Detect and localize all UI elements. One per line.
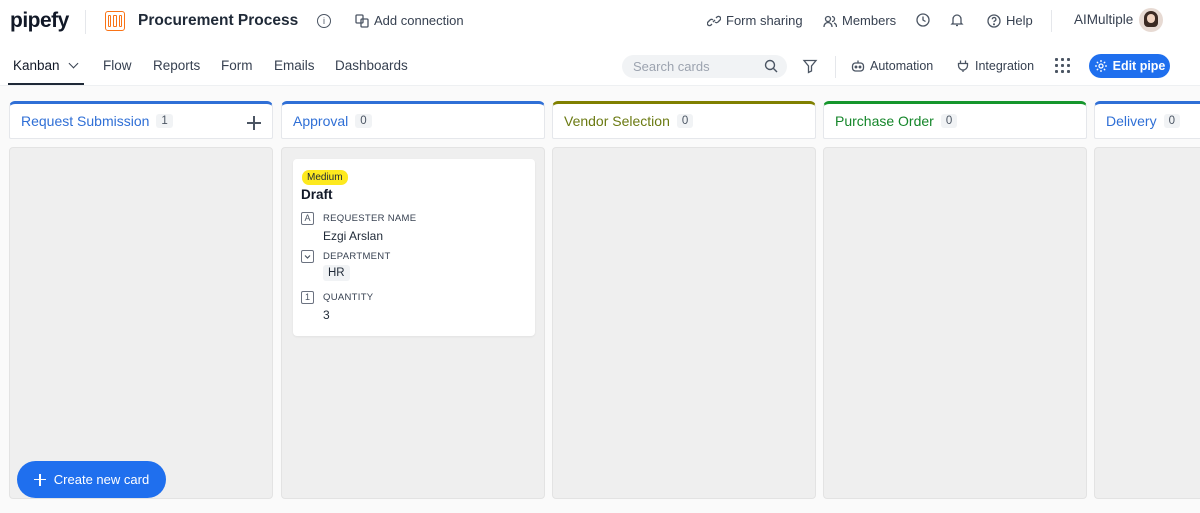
tab-reports[interactable]: Reports bbox=[153, 58, 200, 73]
tab-dashboards[interactable]: Dashboards bbox=[335, 58, 408, 73]
phase-title: Approval bbox=[293, 113, 349, 129]
pipe-icon bbox=[105, 11, 125, 31]
help-label: Help bbox=[1006, 13, 1033, 28]
help-icon bbox=[987, 13, 1001, 28]
phase-body bbox=[823, 147, 1087, 499]
form-sharing-label: Form sharing bbox=[726, 13, 803, 28]
kanban-card[interactable]: Medium Draft A REQUESTER NAME Ezgi Arsla… bbox=[293, 159, 535, 336]
pipe-navbar: Kanban Flow Reports Form Emails Dashboar… bbox=[0, 46, 1200, 86]
top-header: pipefy Procurement Process i Add connect… bbox=[0, 0, 1200, 44]
active-tab-indicator bbox=[8, 83, 84, 85]
field-value: 3 bbox=[323, 308, 330, 322]
phase-column: Delivery 0 bbox=[1094, 101, 1200, 499]
pipe-title[interactable]: Procurement Process bbox=[138, 12, 298, 30]
phase-title: Request Submission bbox=[21, 113, 150, 129]
edit-pipe-button[interactable]: Edit pipe bbox=[1089, 54, 1170, 78]
phase-header[interactable]: Purchase Order 0 bbox=[823, 101, 1087, 139]
field-value: Ezgi Arslan bbox=[323, 229, 384, 243]
tab-emails[interactable]: Emails bbox=[274, 58, 315, 73]
phase-title: Purchase Order bbox=[835, 113, 934, 129]
field-label: QUANTITY bbox=[323, 292, 374, 303]
kanban-board: Request Submission 1 Approval 0 Medium D… bbox=[0, 86, 1200, 513]
text-field-icon: A bbox=[301, 212, 314, 225]
clock-icon bbox=[916, 13, 930, 27]
create-new-card-button[interactable]: Create new card bbox=[17, 461, 166, 498]
phase-header[interactable]: Request Submission 1 bbox=[9, 101, 273, 139]
search-box bbox=[622, 55, 787, 78]
phase-title: Vendor Selection bbox=[564, 113, 670, 129]
plug-icon bbox=[956, 59, 970, 73]
phase-header[interactable]: Vendor Selection 0 bbox=[552, 101, 816, 139]
phase-body bbox=[9, 147, 273, 499]
automation-label: Automation bbox=[870, 59, 934, 73]
divider bbox=[85, 10, 86, 34]
history-button[interactable] bbox=[916, 13, 930, 27]
search-icon[interactable] bbox=[764, 59, 778, 73]
phase-title: Delivery bbox=[1106, 113, 1157, 129]
automation-button[interactable]: Automation bbox=[851, 59, 933, 73]
add-connection-button[interactable]: Add connection bbox=[355, 13, 464, 28]
divider bbox=[835, 56, 836, 78]
select-field-icon bbox=[301, 250, 314, 263]
tab-kanban-label: Kanban bbox=[13, 58, 60, 73]
phase-column: Approval 0 Medium Draft A REQUESTER NAME… bbox=[281, 101, 545, 499]
robot-icon bbox=[851, 59, 865, 73]
number-field-icon: 1 bbox=[301, 291, 314, 304]
card-title: Draft bbox=[301, 187, 333, 202]
search-input[interactable] bbox=[622, 55, 752, 78]
pipefy-logo[interactable]: pipefy bbox=[10, 9, 69, 33]
members-button[interactable]: Members bbox=[823, 13, 896, 28]
tab-flow[interactable]: Flow bbox=[103, 58, 132, 73]
phase-column: Purchase Order 0 bbox=[823, 101, 1087, 499]
apps-grid-icon[interactable] bbox=[1055, 58, 1070, 73]
gear-icon bbox=[1094, 59, 1108, 73]
info-icon[interactable]: i bbox=[317, 14, 331, 28]
phase-body bbox=[1094, 147, 1200, 499]
add-card-icon[interactable] bbox=[247, 116, 261, 130]
phase-card-count: 0 bbox=[940, 114, 958, 128]
link-icon bbox=[707, 14, 721, 28]
phase-column: Vendor Selection 0 bbox=[552, 101, 816, 499]
user-avatar[interactable] bbox=[1139, 8, 1163, 32]
help-button[interactable]: Help bbox=[987, 13, 1033, 28]
phase-column: Request Submission 1 bbox=[9, 101, 273, 499]
tab-kanban[interactable]: Kanban bbox=[13, 58, 78, 73]
filter-icon[interactable] bbox=[802, 58, 818, 74]
phase-card-count: 1 bbox=[156, 114, 173, 128]
phase-body bbox=[552, 147, 816, 499]
phase-card-count: 0 bbox=[355, 114, 372, 128]
divider bbox=[1051, 10, 1052, 32]
edit-pipe-label: Edit pipe bbox=[1112, 59, 1166, 73]
chevron-down-icon bbox=[68, 58, 78, 69]
members-icon bbox=[823, 14, 837, 28]
integration-button[interactable]: Integration bbox=[956, 59, 1034, 73]
phase-body: Medium Draft A REQUESTER NAME Ezgi Arsla… bbox=[281, 147, 545, 499]
tab-form[interactable]: Form bbox=[221, 58, 253, 73]
members-label: Members bbox=[842, 13, 897, 28]
notifications-button[interactable] bbox=[950, 13, 964, 27]
phase-card-count: 0 bbox=[676, 114, 694, 128]
form-sharing-button[interactable]: Form sharing bbox=[707, 13, 803, 28]
add-connection-label: Add connection bbox=[374, 13, 464, 28]
integration-label: Integration bbox=[975, 59, 1035, 73]
field-value-chip: HR bbox=[323, 265, 350, 281]
bell-icon bbox=[950, 13, 964, 27]
connection-icon bbox=[355, 13, 369, 28]
field-label: REQUESTER NAME bbox=[323, 213, 417, 224]
plus-icon bbox=[33, 473, 46, 486]
user-name[interactable]: AIMultiple bbox=[1074, 12, 1133, 27]
phase-header[interactable]: Approval 0 bbox=[281, 101, 545, 139]
priority-badge: Medium bbox=[302, 170, 348, 185]
create-new-card-label: Create new card bbox=[53, 472, 150, 487]
field-label: DEPARTMENT bbox=[323, 251, 391, 262]
phase-header[interactable]: Delivery 0 bbox=[1094, 101, 1200, 139]
phase-card-count: 0 bbox=[1163, 114, 1180, 128]
